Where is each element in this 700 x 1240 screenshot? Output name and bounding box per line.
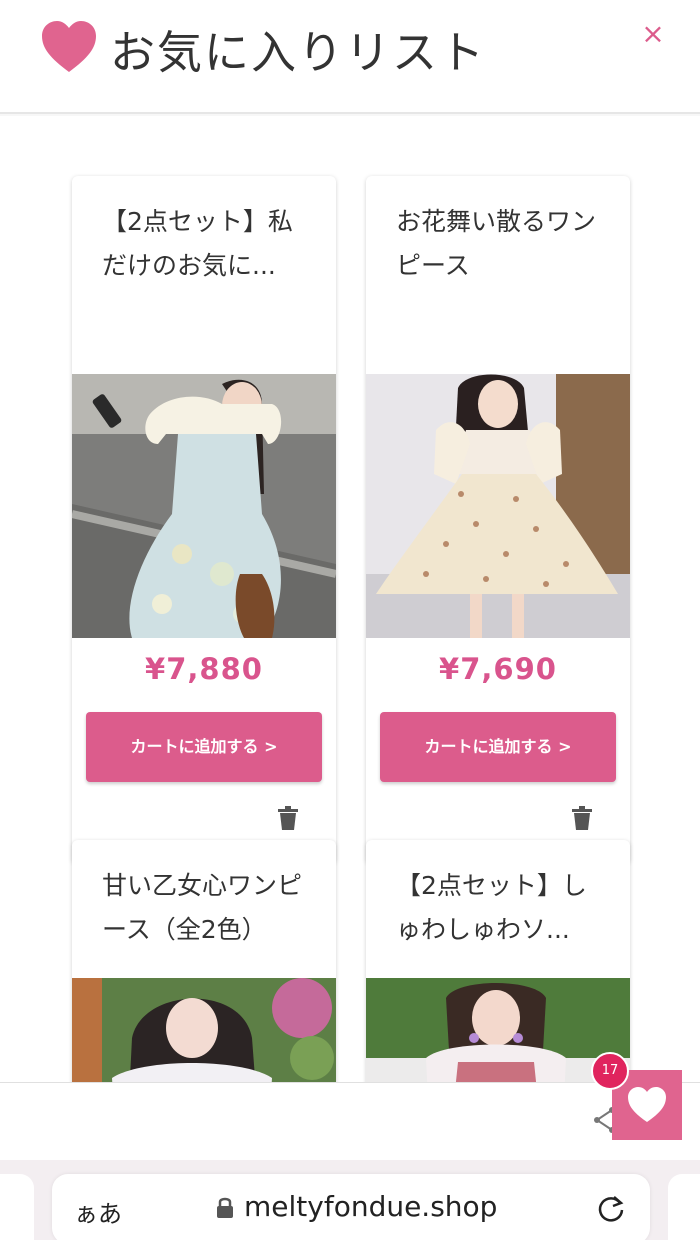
previous-tab-edge[interactable]: [0, 1174, 34, 1240]
product-name[interactable]: 甘い乙女心ワンピース（全2色）: [102, 864, 317, 952]
product-name[interactable]: 【2点セット】私だけのお気に...: [102, 200, 317, 288]
heart-icon: [628, 1087, 666, 1122]
close-icon[interactable]: ×: [640, 18, 666, 50]
page-title: お気に入りリスト: [110, 26, 487, 79]
trash-icon[interactable]: [277, 806, 299, 830]
url-text[interactable]: meltyfondue.shop: [244, 1190, 497, 1223]
product-name[interactable]: お花舞い散るワンピース: [396, 200, 611, 288]
browser-toolbar: ぁあ meltyfondue.shop: [0, 1160, 700, 1240]
product-image[interactable]: [366, 374, 630, 638]
product-name[interactable]: 【2点セット】しゅわしゅわソ...: [396, 864, 611, 952]
trash-icon[interactable]: [571, 806, 593, 830]
favorites-count-badge: 17: [591, 1052, 629, 1090]
product-image[interactable]: [72, 978, 336, 1082]
lock-icon: [217, 1197, 233, 1218]
reload-icon[interactable]: [596, 1194, 626, 1224]
product-card: 甘い乙女心ワンピース（全2色）: [72, 840, 336, 1082]
favorites-header: お気に入りリスト ×: [0, 0, 700, 114]
product-card: 【2点セット】しゅわしゅわソ...: [366, 840, 630, 1082]
address-bar[interactable]: ぁあ meltyfondue.shop: [52, 1174, 650, 1240]
product-image[interactable]: [72, 374, 336, 638]
text-size-button[interactable]: ぁあ: [74, 1194, 122, 1229]
favorites-page: お気に入りリスト × 【2点セット】私だけのお気に... ¥7,880 カートに…: [0, 0, 700, 1240]
heart-icon: [42, 21, 96, 72]
next-tab-edge[interactable]: [668, 1174, 700, 1240]
product-card: 【2点セット】私だけのお気に... ¥7,880 カートに追加する >: [72, 176, 336, 864]
product-price: ¥7,690: [439, 652, 557, 686]
add-to-cart-button[interactable]: カートに追加する >: [86, 712, 322, 782]
product-price: ¥7,880: [145, 652, 263, 686]
favorites-grid: 【2点セット】私だけのお気に... ¥7,880 カートに追加する > お花舞い…: [0, 116, 700, 1082]
add-to-cart-button[interactable]: カートに追加する >: [380, 712, 616, 782]
product-card: お花舞い散るワンピース ¥7,690 カートに追加する >: [366, 176, 630, 864]
